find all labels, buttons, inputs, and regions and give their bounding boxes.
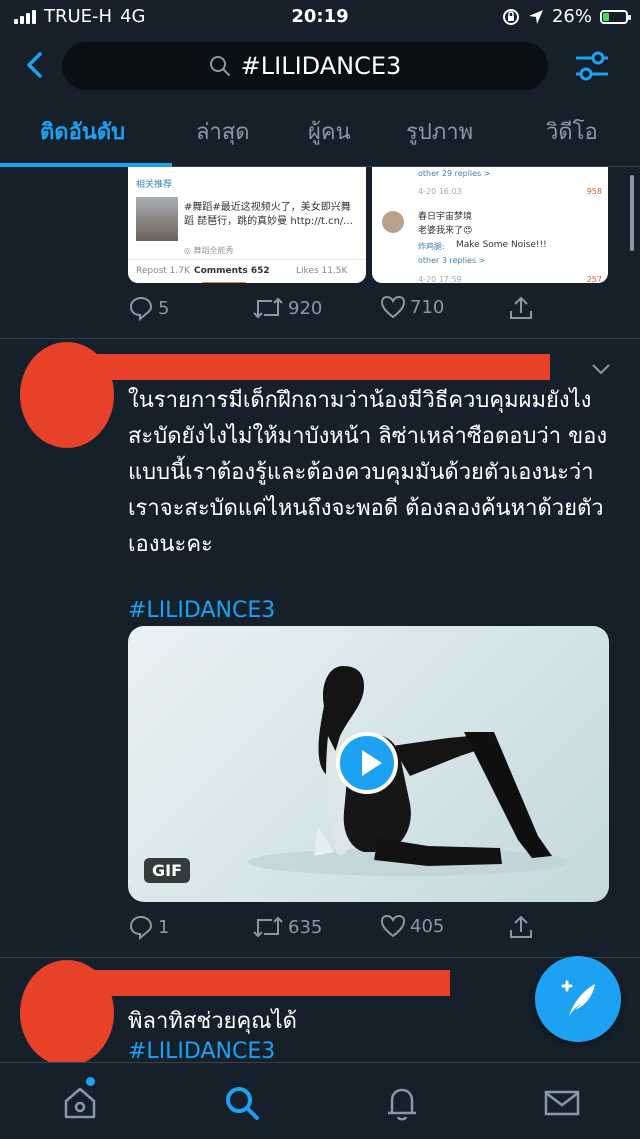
retweet-button[interactable]: 920 xyxy=(252,295,322,321)
tab-top[interactable]: ติดอันดับ xyxy=(40,114,125,149)
tab-people[interactable]: ผู้คน xyxy=(308,114,351,149)
commenter-name: 春日宇宙梦境 xyxy=(418,212,473,222)
reply-count: 5 xyxy=(158,297,170,319)
mail-icon[interactable] xyxy=(542,1083,582,1123)
search-query: #LILIDANCE3 xyxy=(240,52,402,80)
bell-icon[interactable] xyxy=(382,1083,422,1123)
like-button[interactable]: 710 xyxy=(380,295,444,319)
search-input[interactable]: #LILIDANCE3 xyxy=(62,42,548,90)
heart-icon xyxy=(380,914,406,938)
reply-author: 炸鸡腿: xyxy=(418,242,445,251)
home-notification-dot xyxy=(86,1077,95,1086)
tab-photos[interactable]: รูปภาพ xyxy=(406,114,473,149)
tweet-text: พิลาทิสช่วยคุณได้ xyxy=(128,1009,297,1034)
retweet-count: 920 xyxy=(288,297,323,319)
search-icon xyxy=(209,56,230,76)
search-tabs: ติดอันดับ ล่าสุด ผู้คน รูปภาพ วิดีโอ xyxy=(0,100,640,167)
tweet-body: ในรายการมีเด็กฝึกถามว่าน้องมีวิธีควบคุมผ… xyxy=(128,383,608,629)
share-button[interactable] xyxy=(508,295,534,321)
tweet-actions: 1 635 405 xyxy=(128,914,548,944)
card-likes: Likes 11.5K xyxy=(296,266,348,276)
like-button[interactable]: 405 xyxy=(380,914,444,938)
video-thumbnail xyxy=(136,197,178,241)
retweet-count: 635 xyxy=(288,916,323,938)
reply-icon xyxy=(129,915,153,940)
tweet-divider xyxy=(0,957,640,958)
search-icon[interactable] xyxy=(222,1083,262,1123)
search-header: #LILIDANCE3 xyxy=(0,36,640,96)
back-arrow-icon[interactable] xyxy=(22,50,50,80)
share-icon xyxy=(510,915,532,938)
hashtag-link[interactable]: #LILIDANCE3 xyxy=(128,1039,275,1062)
card-header: 相关推荐 xyxy=(136,180,173,190)
share-button[interactable] xyxy=(508,914,534,940)
battery-percent: 26% xyxy=(551,6,592,27)
reply-count: 1 xyxy=(158,916,170,938)
comment-date-2: 4-20 17:59 xyxy=(418,275,462,283)
card-footer: Repost 1.7K Comments 652 Likes 11.5K xyxy=(128,259,366,283)
reply-button[interactable]: 5 xyxy=(128,295,169,321)
card-comments: Comments 652 xyxy=(194,266,270,276)
bottom-nav xyxy=(0,1062,640,1139)
gif-badge: GIF xyxy=(144,858,191,883)
tweet-text: ในรายการมีเด็กฝึกถามว่าน้องมีวิธีควบคุมผ… xyxy=(128,388,608,557)
retweet-icon xyxy=(253,297,283,319)
screenshot-card-right[interactable]: other 29 replies > 4-20 16:03 958 春日宇宙梦境… xyxy=(372,167,608,283)
screenshot-card-left[interactable]: 相关推荐 #舞蹈#最近这视频火了，美女即兴舞蹈 琵琶行，跳的真妙曼 http:/… xyxy=(128,167,366,283)
chevron-down-icon[interactable] xyxy=(590,362,612,376)
status-bar: TRUE-H 4G 20:19 26% xyxy=(0,0,640,34)
location-icon xyxy=(528,9,543,24)
reply-icon xyxy=(129,296,153,321)
replies-link-top: other 29 replies > xyxy=(418,169,491,178)
reply-button[interactable]: 1 xyxy=(128,914,169,940)
comment-date-1: 4-20 16:03 xyxy=(418,187,462,196)
filter-settings-icon[interactable] xyxy=(574,50,610,82)
tweet-divider xyxy=(0,338,640,339)
scrollbar[interactable] xyxy=(630,175,634,251)
like-count: 710 xyxy=(410,296,445,318)
tab-videos[interactable]: วิดีโอ xyxy=(546,114,598,149)
compose-tweet-button[interactable] xyxy=(535,956,621,1042)
status-right: 26% xyxy=(502,6,631,27)
tab-latest[interactable]: ล่าสุด xyxy=(196,114,250,149)
comment-likes-2: 257 xyxy=(586,275,602,283)
retweet-icon xyxy=(253,916,283,938)
card-active-underline xyxy=(202,282,246,283)
home-icon[interactable] xyxy=(60,1083,100,1123)
tweet-media-gif[interactable]: GIF xyxy=(128,626,609,902)
play-button[interactable] xyxy=(336,732,398,794)
retweet-button[interactable]: 635 xyxy=(252,914,322,940)
card-text: #舞蹈#最近这视频火了，美女即兴舞蹈 琵琶行，跳的真妙曼 http://t.cn… xyxy=(184,202,353,227)
replies-link-bottom: other 3 replies > xyxy=(418,256,486,265)
card-repost: Repost 1.7K xyxy=(136,266,190,276)
orientation-lock-icon xyxy=(502,8,519,25)
like-count: 405 xyxy=(410,915,445,937)
share-icon xyxy=(510,296,532,319)
tweet-feed[interactable]: 相关推荐 #舞蹈#最近这视频火了，美女即兴舞蹈 琵琶行，跳的真妙曼 http:/… xyxy=(0,167,640,1062)
compose-feather-icon xyxy=(561,980,595,1016)
hashtag-link[interactable]: #LILIDANCE3 xyxy=(128,593,608,629)
commenter-avatar xyxy=(382,211,404,233)
heart-icon xyxy=(380,295,406,319)
battery-icon xyxy=(600,9,631,24)
comment-likes-1: 958 xyxy=(586,187,602,196)
tweet-actions: 5 920 710 xyxy=(128,295,548,325)
redacted-username xyxy=(70,354,550,380)
redacted-username xyxy=(70,970,450,996)
reply-text: Make Some Noise!!! xyxy=(456,240,547,250)
card-source: ◎ 舞蹈全能秀 xyxy=(184,246,234,255)
comment-text: 老婆我来了😍 xyxy=(418,226,473,236)
